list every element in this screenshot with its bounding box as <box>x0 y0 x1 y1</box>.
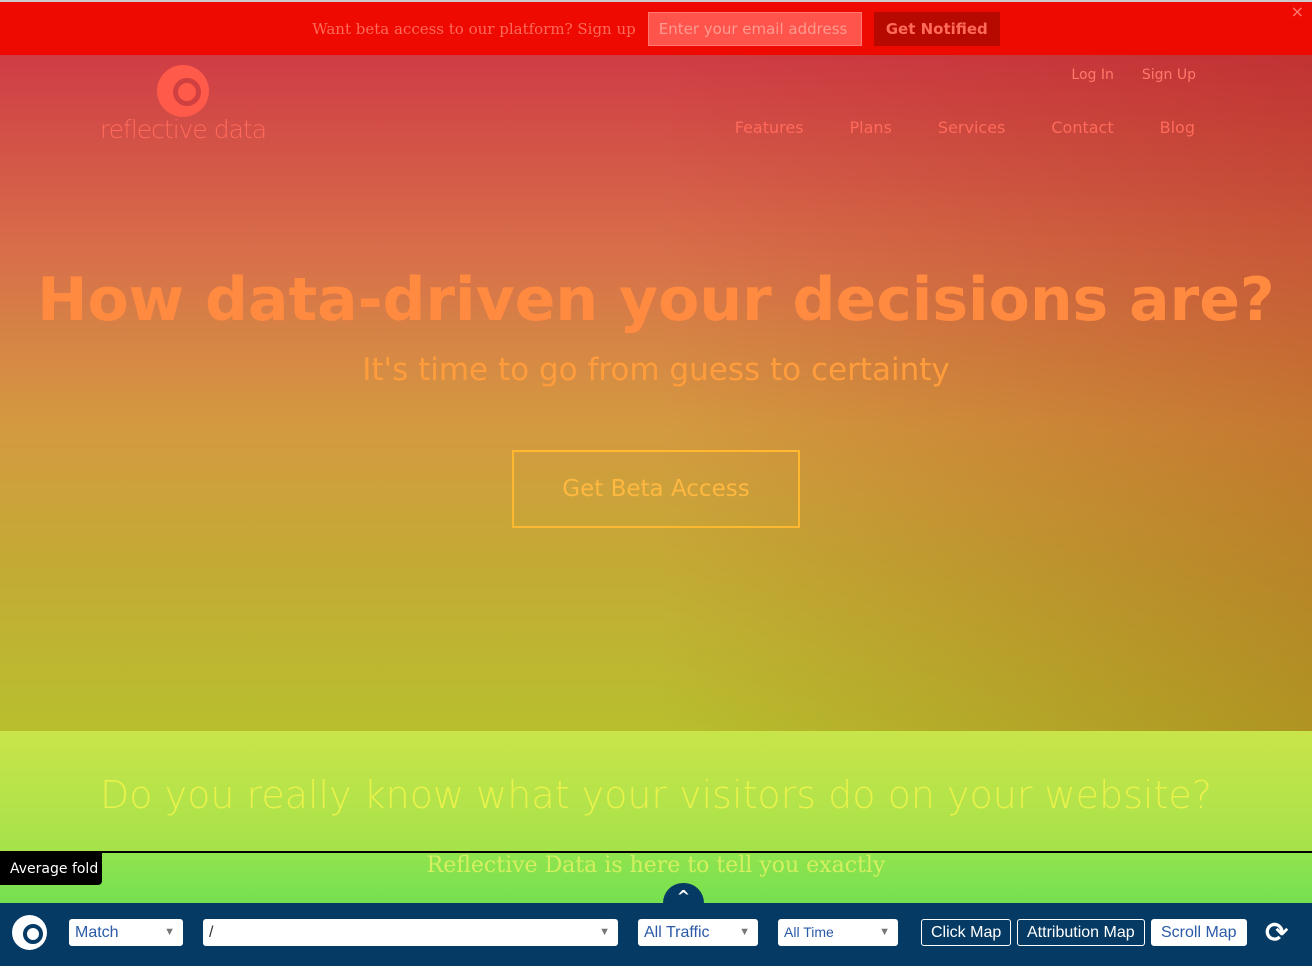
refresh-icon[interactable]: ⟳ <box>1265 916 1288 949</box>
signup-link[interactable]: Sign Up <box>1142 67 1196 83</box>
average-fold-label: Average fold <box>0 853 102 885</box>
get-notified-button[interactable]: Get Notified <box>873 11 1000 46</box>
dropdown-arrow-icon: ▼ <box>164 926 175 938</box>
hero-title: How data-driven your decisions are? <box>37 265 1275 335</box>
beta-signup-bar: Want beta access to our platform? Sign u… <box>0 2 1312 55</box>
match-value: Match <box>75 924 119 941</box>
section-subheading: Reflective Data is here to tell you exac… <box>426 853 886 878</box>
dropdown-arrow-icon: ▼ <box>599 926 610 938</box>
logo-text: reflective data <box>99 115 267 144</box>
section-heading: Do you really know what your visitors do… <box>100 773 1212 817</box>
email-input[interactable] <box>647 11 862 46</box>
hero-subtitle: It's time to go from guess to certainty <box>362 352 950 388</box>
visitors-section: Do you really know what your visitors do… <box>0 731 1312 851</box>
dropdown-arrow-icon: ▼ <box>879 926 890 938</box>
nav-contact[interactable]: Contact <box>1051 118 1113 137</box>
hero-section: reflective data Log In Sign Up Features … <box>0 55 1312 731</box>
main-nav: Features Plans Services Contact Blog <box>735 118 1195 137</box>
attribution-map-button[interactable]: Attribution Map <box>1017 919 1145 946</box>
account-links: Log In Sign Up <box>1071 67 1196 83</box>
below-fold-section: Reflective Data is here to tell you exac… <box>0 853 1312 903</box>
dropdown-arrow-icon: ▼ <box>739 926 750 938</box>
logo-mark-icon <box>157 65 209 117</box>
heatmap-toolbar: Match ▼ / ▼ All Traffic ▼ All Time ▼ Click M… <box>0 903 1312 966</box>
reflective-data-logo-icon <box>12 915 47 950</box>
click-map-button[interactable]: Click Map <box>921 919 1012 946</box>
nav-blog[interactable]: Blog <box>1160 118 1195 137</box>
nav-plans[interactable]: Plans <box>850 118 892 137</box>
logo[interactable]: reflective data <box>95 65 271 144</box>
traffic-select[interactable]: All Traffic ▼ <box>638 919 758 946</box>
nav-services[interactable]: Services <box>938 118 1005 137</box>
traffic-value: All Traffic <box>644 924 710 941</box>
get-beta-access-button[interactable]: Get Beta Access <box>512 450 800 528</box>
time-value: All Time <box>784 924 834 940</box>
login-link[interactable]: Log In <box>1071 67 1113 83</box>
match-select[interactable]: Match ▼ <box>69 919 183 946</box>
path-value: / <box>209 924 214 941</box>
scroll-map-button[interactable]: Scroll Map <box>1151 919 1247 946</box>
nav-features[interactable]: Features <box>735 118 804 137</box>
path-select[interactable]: / ▼ <box>203 919 618 946</box>
close-icon[interactable]: × <box>1291 2 1304 21</box>
beta-text: Want beta access to our platform? Sign u… <box>312 19 636 38</box>
time-select[interactable]: All Time ▼ <box>778 919 898 946</box>
